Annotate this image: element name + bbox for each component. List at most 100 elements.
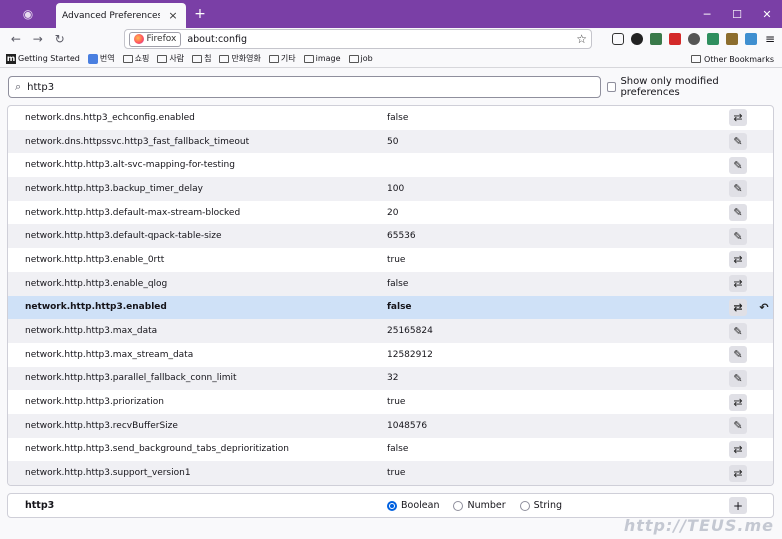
- pref-name: network.http.http3.parallel_fallback_con…: [25, 373, 237, 384]
- pref-name: network.http.http3.enable_0rtt: [25, 254, 165, 265]
- radio-boolean-dot[interactable]: [387, 500, 397, 511]
- toggle-button[interactable]: ⇄: [729, 393, 747, 411]
- app-menu-icon[interactable]: ◉: [0, 0, 56, 28]
- table-row[interactable]: network.http.http3.default-qpack-table-s…: [8, 224, 773, 249]
- other-bookmarks[interactable]: Other Bookmarks: [691, 50, 774, 68]
- pref-value: 12582912: [387, 349, 433, 360]
- toggle-button[interactable]: ⇄: [729, 298, 747, 316]
- extension-6-icon[interactable]: [725, 33, 738, 45]
- show-modified-toggle[interactable]: Show only modified preferences: [606, 76, 774, 98]
- table-row[interactable]: network.http.http3.parallel_fallback_con…: [8, 366, 773, 391]
- pref-name: network.dns.http3_echconfig.enabled: [25, 112, 195, 123]
- toggle-button[interactable]: ⇄: [729, 109, 747, 127]
- tab-close-icon[interactable]: ×: [166, 9, 180, 22]
- bookmark-translate[interactable]: 번역: [87, 53, 115, 64]
- radio-string[interactable]: String: [519, 500, 562, 511]
- table-row[interactable]: network.http.http3.recvBufferSize 1048576…: [8, 413, 773, 438]
- toggle-button[interactable]: ⇄: [729, 440, 747, 458]
- edit-button[interactable]: ✎: [729, 417, 747, 435]
- close-window-button[interactable]: ✕: [752, 0, 782, 28]
- search-value: http3: [27, 81, 55, 93]
- pref-value: 32: [387, 373, 399, 384]
- pref-name: network.dns.httpssvc.http3_fast_fallback…: [25, 136, 250, 147]
- pref-name: network.http.http3.enabled: [25, 302, 167, 313]
- extension-3-icon[interactable]: [668, 33, 681, 45]
- table-row[interactable]: network.http.http3.backup_timer_delay 100…: [8, 177, 773, 201]
- edit-button[interactable]: ✎: [729, 180, 747, 198]
- menu-icon[interactable]: ≡: [764, 33, 776, 45]
- table-row[interactable]: network.http.http3.enabled false ⇄ ↶: [8, 295, 773, 320]
- edit-button[interactable]: ✎: [729, 369, 747, 387]
- bookmark-folder-shopping[interactable]: 쇼핑: [122, 53, 149, 64]
- extension-1-icon[interactable]: [630, 33, 643, 45]
- toggle-button[interactable]: ⇄: [729, 251, 747, 269]
- table-row[interactable]: network.http.http3.send_background_tabs_…: [8, 438, 773, 462]
- extension-2-icon[interactable]: [649, 33, 662, 45]
- bookmark-folder-job[interactable]: job: [348, 54, 373, 63]
- table-row[interactable]: network.http.http3.enable_0rtt true ⇄: [8, 248, 773, 272]
- table-row[interactable]: network.dns.httpssvc.http3_fast_fallback…: [8, 129, 773, 154]
- bookmark-star-icon[interactable]: ☆: [576, 32, 587, 46]
- bookmark-getting-started[interactable]: m Getting Started: [6, 53, 80, 64]
- bookmark-folder-image[interactable]: image: [303, 54, 341, 63]
- identity-box[interactable]: Firefox: [128, 31, 182, 47]
- maximize-button[interactable]: ☐: [722, 0, 752, 28]
- pref-name: network.http.http3.enable_qlog: [25, 278, 168, 289]
- radio-number[interactable]: Number: [453, 500, 506, 511]
- pref-name: network.http.http3.recvBufferSize: [25, 420, 178, 431]
- add-preference-button[interactable]: +: [729, 497, 747, 514]
- search-input[interactable]: ⌕ http3: [8, 76, 601, 98]
- radio-boolean[interactable]: Boolean: [387, 500, 439, 511]
- table-row[interactable]: network.http.http3.default-max-stream-bl…: [8, 201, 773, 225]
- toggle-button[interactable]: ⇄: [729, 275, 747, 293]
- forward-button[interactable]: →: [28, 29, 48, 49]
- search-row: ⌕ http3 Show only modified preferences: [8, 76, 774, 98]
- pref-value: true: [387, 254, 406, 265]
- bookmark-folder-people[interactable]: 사람: [157, 53, 184, 64]
- pref-name: network.http.http3.support_version1: [25, 468, 191, 479]
- table-row[interactable]: network.http.http3.max_stream_data 125829…: [8, 343, 773, 367]
- url-bar[interactable]: Firefox about:config ☆: [123, 29, 592, 49]
- minimize-button[interactable]: ─: [692, 0, 722, 28]
- edit-button[interactable]: ✎: [729, 204, 747, 222]
- pref-name: network.http.http3.backup_timer_delay: [25, 183, 203, 194]
- bookmark-folder-cartoon[interactable]: 만화영화: [219, 53, 261, 64]
- edit-button[interactable]: ✎: [729, 156, 747, 174]
- radio-number-dot[interactable]: [453, 500, 464, 511]
- toggle-button[interactable]: ⇄: [729, 464, 747, 482]
- table-row[interactable]: network.http.http3.max_data 25165824 ✎: [8, 319, 773, 343]
- pref-value: true: [387, 468, 406, 479]
- mozilla-icon: m: [6, 53, 16, 64]
- type-radio-group: Boolean Number String: [387, 500, 562, 511]
- table-row[interactable]: network.http.http3.alt-svc-mapping-for-t…: [8, 153, 773, 177]
- radio-string-dot[interactable]: [519, 500, 530, 511]
- new-tab-button[interactable]: +: [186, 0, 214, 28]
- tab-advanced-preferences[interactable]: Advanced Preferences ×: [56, 3, 186, 28]
- url-text[interactable]: about:config: [187, 34, 570, 45]
- table-row[interactable]: network.http.http3.priorization true ⇄: [8, 390, 773, 414]
- reload-button[interactable]: ↻: [50, 29, 70, 49]
- folder-icon: [691, 55, 702, 63]
- edit-button[interactable]: ✎: [729, 322, 747, 340]
- show-modified-checkbox[interactable]: [606, 82, 617, 92]
- reset-button[interactable]: ↶: [757, 299, 771, 316]
- extension-7-icon[interactable]: [744, 33, 757, 45]
- extension-4-icon[interactable]: [687, 33, 700, 45]
- pocket-icon[interactable]: [611, 33, 624, 45]
- table-row[interactable]: network.http.http3.support_version1 true ⇄: [8, 461, 773, 485]
- edit-button[interactable]: ✎: [729, 346, 747, 364]
- table-row[interactable]: network.http.http3.enable_qlog false ⇄: [8, 271, 773, 296]
- folder-icon: [192, 54, 203, 63]
- edit-button[interactable]: ✎: [729, 133, 747, 151]
- pref-value: 100: [387, 183, 405, 194]
- extension-5-icon[interactable]: [706, 33, 719, 45]
- bookmark-folder-etc[interactable]: 기타: [268, 53, 296, 64]
- about-config-page: ⌕ http3 Show only modified preferences n…: [0, 68, 782, 539]
- back-button[interactable]: ←: [6, 29, 26, 49]
- navigation-bar: ← → ↻ Firefox about:config ☆ ≡: [0, 28, 782, 50]
- edit-button[interactable]: ✎: [729, 227, 747, 245]
- pref-name: network.http.http3.default-qpack-table-s…: [25, 231, 222, 242]
- title-bar: ◉ Advanced Preferences × + ─ ☐ ✕: [0, 0, 782, 28]
- bookmark-folder-chip[interactable]: 칩: [192, 53, 211, 64]
- table-row[interactable]: network.dns.http3_echconfig.enabled false…: [8, 106, 773, 130]
